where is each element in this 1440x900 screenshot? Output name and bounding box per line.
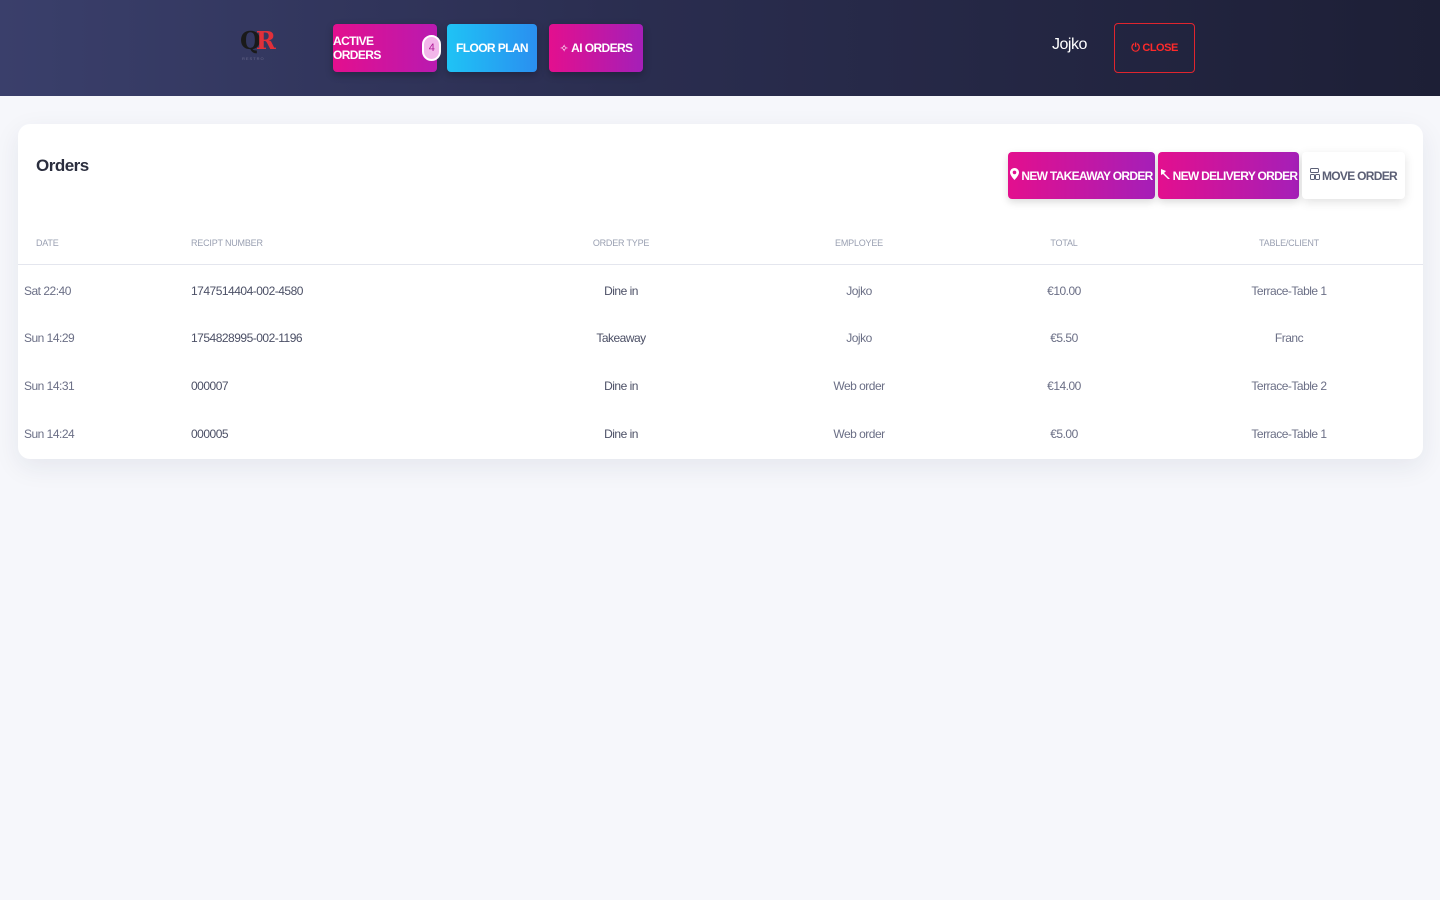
new-takeaway-order-label: NEW TAKEAWAY ORDER [1021,168,1153,183]
orders-table-header: DATE RECIPT NUMBER ORDER TYPE EMPLOYEE T… [18,232,1423,265]
cell-receipt: 000007 [191,379,229,393]
user-name: Jojko [1052,36,1087,53]
close-label: CLOSE [1142,42,1178,54]
active-orders-count-badge: 4 [422,35,441,61]
ai-orders-label: AI ORDERS [571,41,633,55]
ai-orders-button[interactable]: ✧ AI ORDERS [549,24,643,72]
logo-mark: QR [240,26,276,55]
table-row[interactable]: Sun 14:24 000005 Dine in Web order €5.00… [18,410,1423,458]
cell-receipt: 1754828995-002-1196 [191,331,303,345]
column-header-date[interactable]: DATE [36,238,59,248]
active-orders-label: ACTIVE ORDERS [333,34,381,62]
cell-date: Sun 14:29 [24,331,75,345]
table-row[interactable]: Sun 14:29 1754828995-002-1196 Takeaway J… [18,314,1423,362]
cell-receipt: 000005 [191,427,229,441]
column-header-receipt[interactable]: RECIPT NUMBER [191,238,263,248]
new-delivery-order-label: NEW DELIVERY ORDER [1172,168,1298,183]
active-orders-button[interactable]: ACTIVE ORDERS 4 [333,24,441,72]
map-pin-icon [1010,168,1020,183]
cell-date: Sun 14:31 [24,379,75,393]
table-row[interactable]: Sat 22:40 1747514404-002-4580 Dine in Jo… [18,267,1423,315]
orders-card: Orders NEW TAKEAWAY ORDER NEW DELIVERY O… [18,124,1423,459]
cell-date: Sun 14:24 [24,427,75,441]
floor-plan-button[interactable]: FLOOR PLAN [447,24,537,72]
cell-date: Sat 22:40 [24,284,71,298]
table-row[interactable]: Sun 14:31 000007 Dine in Web order €14.0… [18,362,1423,410]
sparkle-icon: ✧ [559,42,569,55]
delivery-icon [1160,168,1171,183]
new-takeaway-order-button[interactable]: NEW TAKEAWAY ORDER [1008,152,1155,199]
new-delivery-order-button[interactable]: NEW DELIVERY ORDER [1158,152,1299,199]
move-icon [1309,168,1320,183]
cell-receipt: 1747514404-002-4580 [191,284,303,298]
app-logo[interactable]: QR RESTRO [240,26,276,64]
move-order-label: MOVE ORDER [1321,168,1398,183]
logo-subtext: RESTRO [242,56,265,61]
top-navigation-bar: QR RESTRO ACTIVE ORDERS 4 FLOOR PLAN ✧ A… [0,0,1440,96]
page-title: Orders [36,156,89,175]
move-order-button[interactable]: MOVE ORDER [1302,152,1405,199]
close-button[interactable]: ⏻ CLOSE [1114,23,1195,73]
floor-plan-label: FLOOR PLAN [456,41,529,55]
power-icon: ⏻ [1131,41,1140,54]
